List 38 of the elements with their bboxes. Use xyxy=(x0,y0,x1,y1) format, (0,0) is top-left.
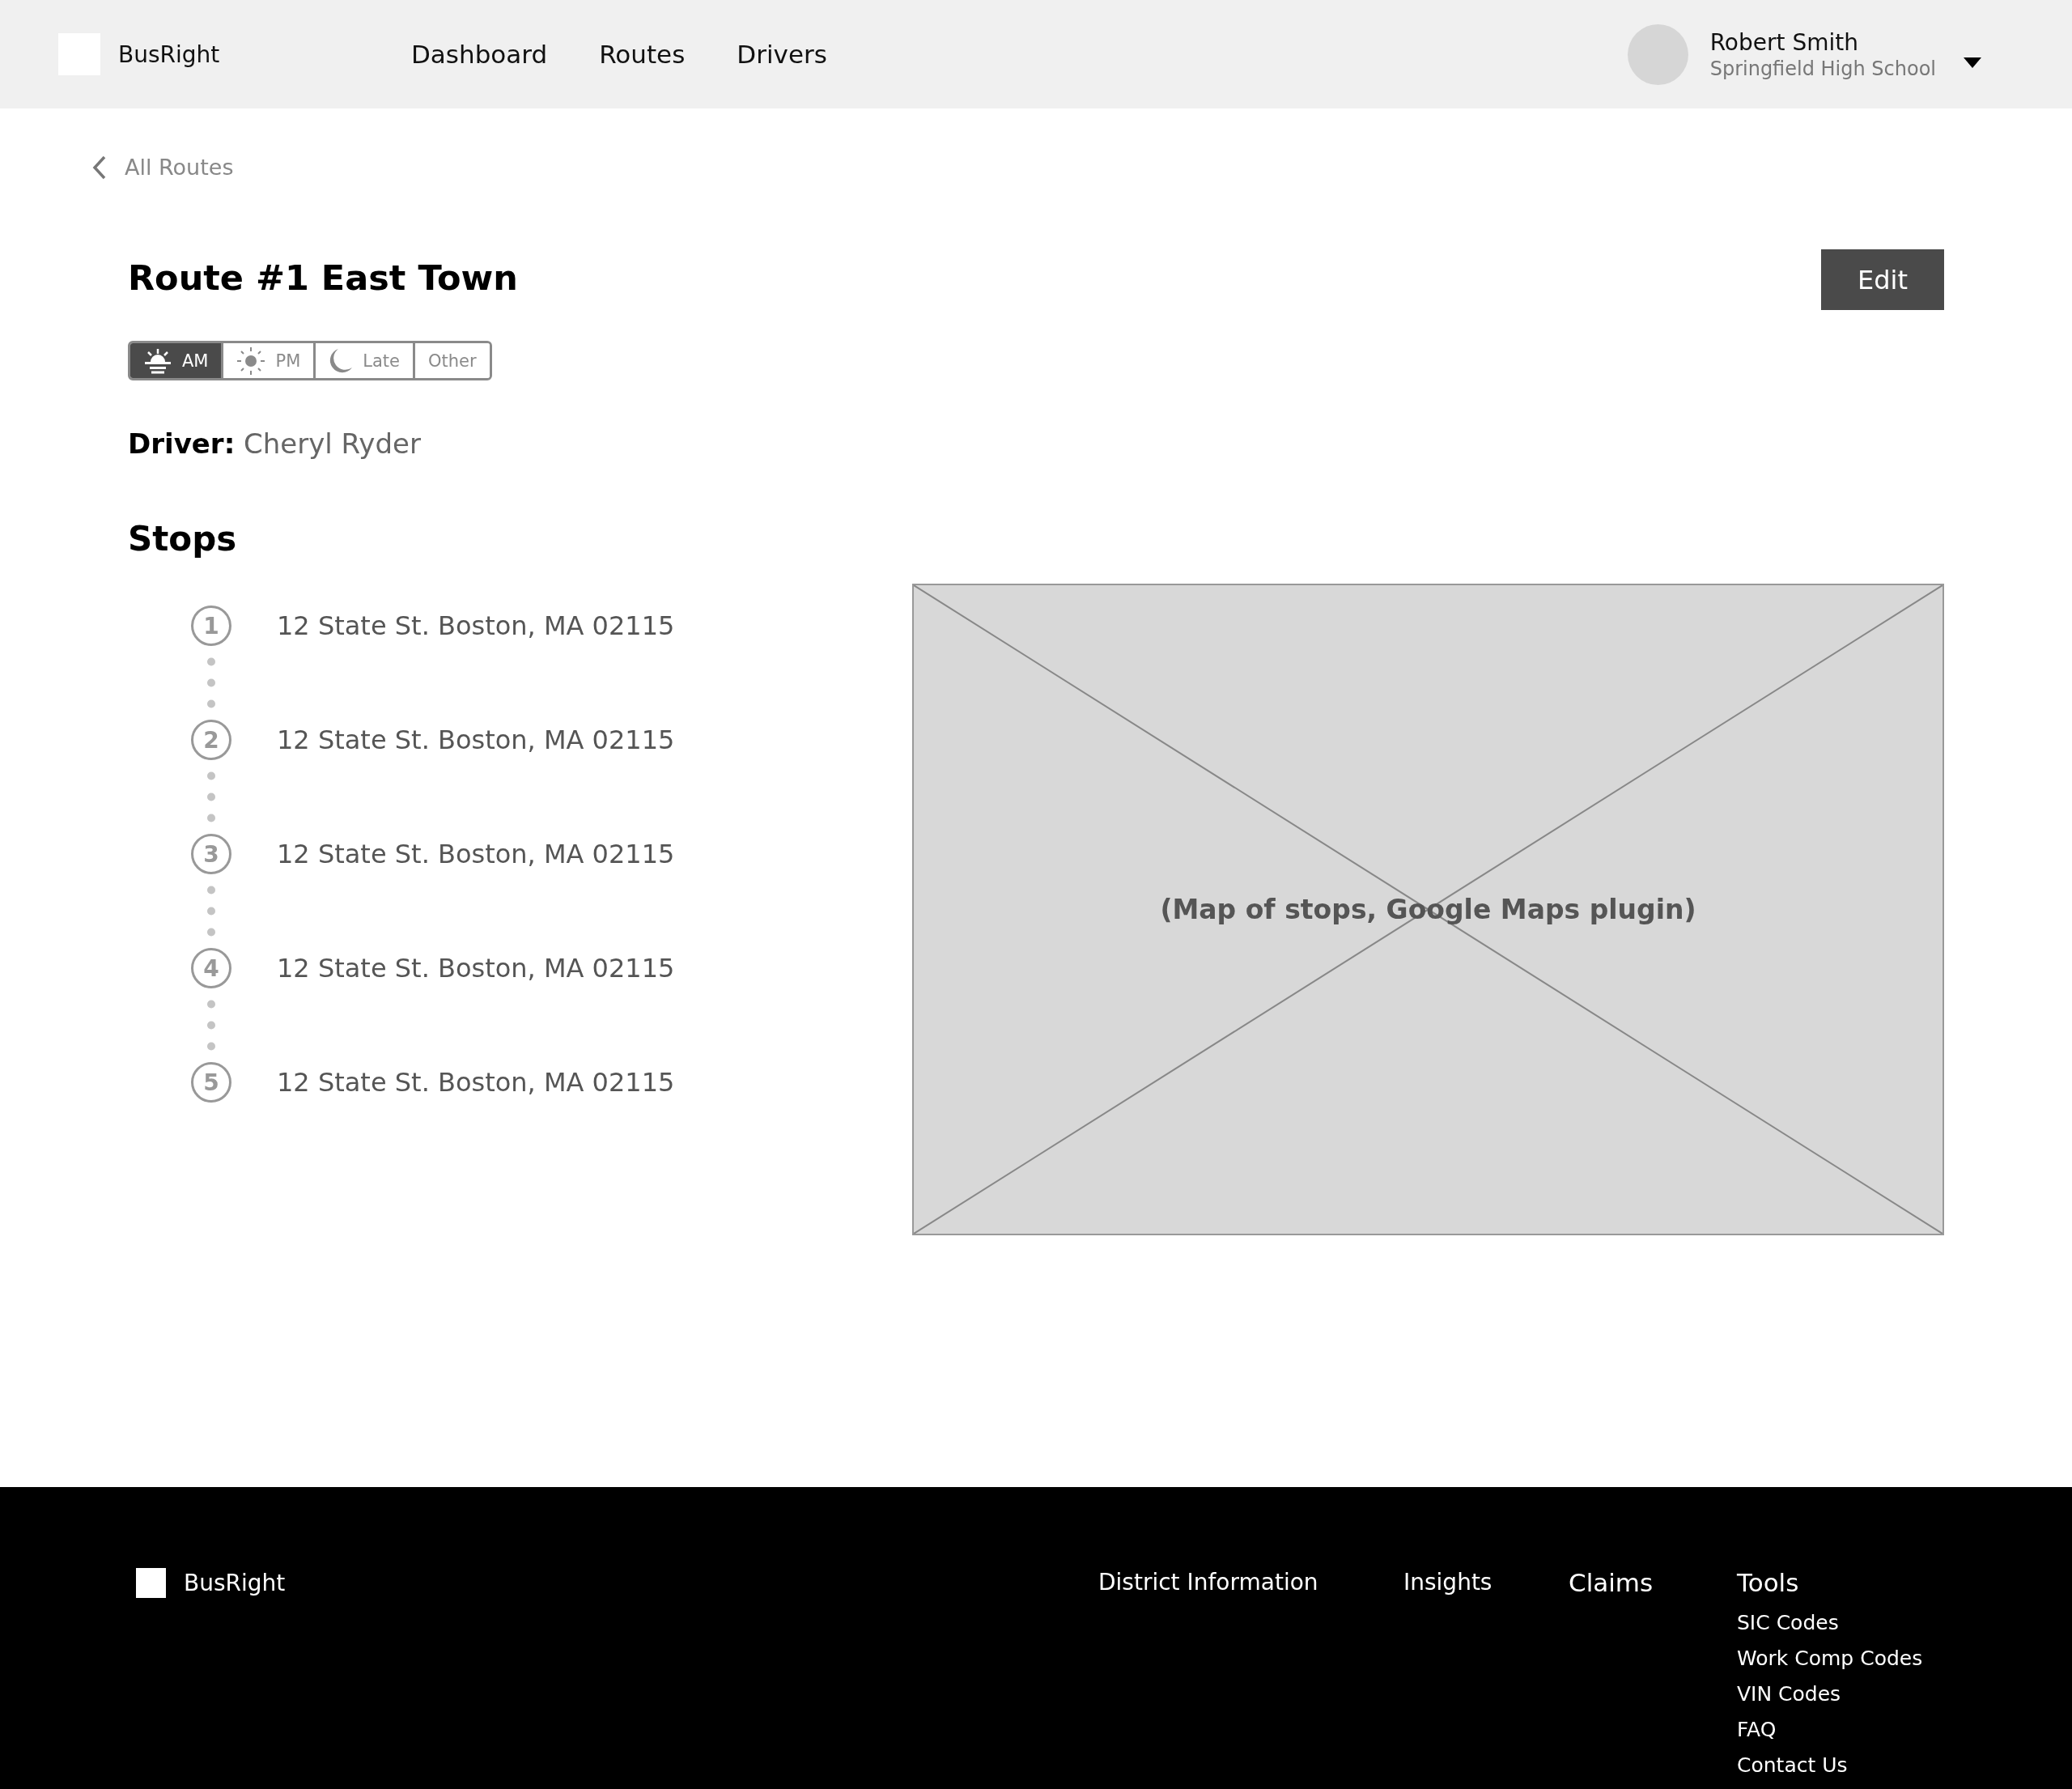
logo-icon xyxy=(136,1567,166,1598)
nav-link[interactable]: Drivers xyxy=(737,40,827,69)
footer-heading[interactable]: Claims xyxy=(1569,1560,1737,1605)
brand-name: BusRight xyxy=(184,1569,286,1596)
stop-address: 12 State St. Boston, MA 02115 xyxy=(277,610,675,641)
footer-heading[interactable]: District Information xyxy=(1098,1560,1403,1605)
sunrise-icon xyxy=(143,347,172,374)
footer-link[interactable]: VIN Codes xyxy=(1737,1676,1923,1712)
chevron-left-icon xyxy=(92,155,107,180)
moon-icon xyxy=(329,347,354,374)
back-link[interactable]: All Routes xyxy=(92,155,234,180)
nav-link[interactable]: Routes xyxy=(599,40,686,69)
driver-line: Driver: Cheryl Ryder xyxy=(128,427,422,460)
footer-heading[interactable]: Tools xyxy=(1737,1560,1923,1605)
stop-address: 12 State St. Boston, MA 02115 xyxy=(277,1067,675,1098)
time-tab[interactable]: AM xyxy=(130,343,222,378)
footer-link[interactable]: SIC Codes xyxy=(1737,1605,1923,1641)
stop-number: 2 xyxy=(191,720,231,760)
footer-link[interactable]: Work Comp Codes xyxy=(1737,1641,1923,1676)
sun-icon xyxy=(236,346,266,376)
stop-number: 1 xyxy=(191,606,231,646)
user-name: Robert Smith xyxy=(1709,28,1859,56)
school-name: Springfield High School xyxy=(1709,57,1936,80)
nav-link[interactable]: Dashboard xyxy=(411,40,548,69)
footer-link[interactable]: Contact Us xyxy=(1737,1748,1923,1783)
route-title: Route #1 East Town xyxy=(128,257,518,298)
stop-number: 3 xyxy=(191,834,231,874)
stops-heading: Stops xyxy=(128,519,238,559)
stop-number: 4 xyxy=(191,948,231,988)
edit-button[interactable]: Edit xyxy=(1821,249,1944,310)
caret-icon[interactable] xyxy=(1964,57,1981,68)
footer-link[interactable]: FAQ xyxy=(1737,1712,1923,1748)
stop-address: 12 State St. Boston, MA 02115 xyxy=(277,725,675,755)
stop-address: 12 State St. Boston, MA 02115 xyxy=(277,953,675,984)
brand-name: BusRight xyxy=(118,40,220,68)
footer-heading[interactable]: Insights xyxy=(1403,1560,1569,1605)
stop-number: 5 xyxy=(191,1062,231,1103)
stop-address: 12 State St. Boston, MA 02115 xyxy=(277,839,675,869)
